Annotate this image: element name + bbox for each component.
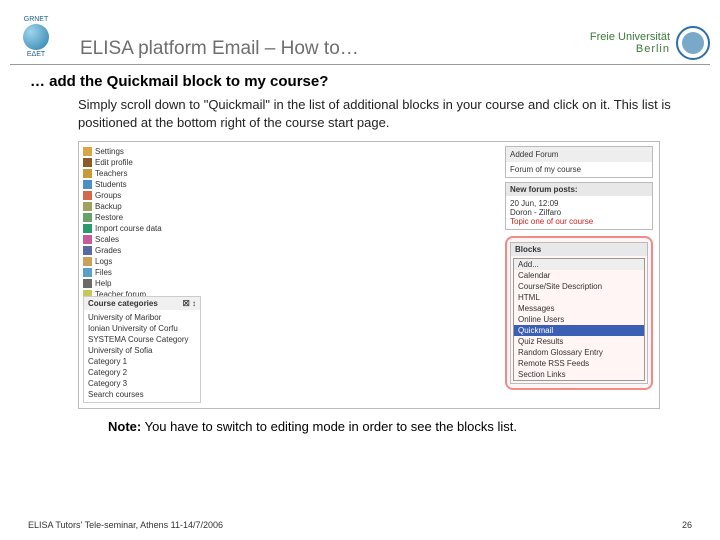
admin-icon xyxy=(83,235,92,244)
note-text: You have to switch to editing mode in or… xyxy=(141,419,517,434)
new-posts-title: New forum posts: xyxy=(506,183,652,196)
globe-icon xyxy=(23,24,49,50)
admin-item[interactable]: Logs xyxy=(83,256,199,267)
section-subtitle: … add the Quickmail block to my course? xyxy=(30,73,690,90)
blocks-item[interactable]: Section Links xyxy=(514,369,644,380)
admin-item[interactable]: Settings xyxy=(83,146,199,157)
blocks-list-cont[interactable]: Quiz ResultsRandom Glossary EntryRemote … xyxy=(514,336,644,380)
grnet-logo: GRNET ΕΔΕΤ xyxy=(10,10,62,64)
blocks-list[interactable]: CalendarCourse/Site DescriptionHTMLMessa… xyxy=(514,270,644,325)
admin-item[interactable]: Scales xyxy=(83,234,199,245)
admin-icon xyxy=(83,257,92,266)
admin-label: Backup xyxy=(95,202,122,211)
admin-label: Edit profile xyxy=(95,158,133,167)
admin-icon xyxy=(83,180,92,189)
blocks-item[interactable]: Online Users xyxy=(514,314,644,325)
new-posts-body: 20 Jun, 12:09 Doron - Zilfaro Topic one … xyxy=(506,196,652,229)
new-posts-box: New forum posts: 20 Jun, 12:09 Doron - Z… xyxy=(505,182,653,230)
right-column: Added Forum Forum of my course New forum… xyxy=(505,146,653,390)
admin-label: Settings xyxy=(95,147,124,156)
blocks-highlight: Blocks Add... CalendarCourse/Site Descri… xyxy=(505,236,653,390)
category-item[interactable]: SYSTEMA Course Category xyxy=(88,334,196,345)
admin-label: Teachers xyxy=(95,169,127,178)
admin-item[interactable]: Help xyxy=(83,278,199,289)
blocks-panel: Blocks Add... CalendarCourse/Site Descri… xyxy=(510,242,648,384)
fu-text: Freie Universität Berlin xyxy=(590,31,670,55)
categories-list: University of MariborIonian University o… xyxy=(84,310,200,402)
blocks-item-quickmail[interactable]: Quickmail xyxy=(514,325,644,336)
blocks-title: Blocks xyxy=(511,243,647,256)
category-item[interactable]: University of Sofia xyxy=(88,345,196,356)
admin-item[interactable]: Grades xyxy=(83,245,199,256)
blocks-item[interactable]: Messages xyxy=(514,303,644,314)
admin-label: Grades xyxy=(95,246,121,255)
blocks-item[interactable]: Random Glossary Entry xyxy=(514,347,644,358)
admin-label: Scales xyxy=(95,235,119,244)
admin-menu: Settings Edit profile Teachers Students Grou… xyxy=(83,146,199,300)
blocks-selected-wrap[interactable]: Quickmail xyxy=(514,325,644,336)
admin-icon xyxy=(83,169,92,178)
admin-label: Logs xyxy=(95,257,112,266)
slide-footer: ELISA Tutors' Tele-seminar, Athens 11-14… xyxy=(0,520,720,530)
admin-label: Help xyxy=(95,279,111,288)
note-line: Note: You have to switch to editing mode… xyxy=(30,419,690,434)
admin-item[interactable]: Edit profile xyxy=(83,157,199,168)
category-item[interactable]: Category 1 xyxy=(88,356,196,367)
admin-icon xyxy=(83,191,92,200)
note-label: Note: xyxy=(108,419,141,434)
admin-icon xyxy=(83,202,92,211)
footer-page-number: 26 xyxy=(682,520,692,530)
blocks-item[interactable]: Course/Site Description xyxy=(514,281,644,292)
admin-item[interactable]: Teachers xyxy=(83,168,199,179)
admin-icon xyxy=(83,279,92,288)
category-item[interactable]: University of Maribor xyxy=(88,312,196,323)
admin-item[interactable]: Files xyxy=(83,267,199,278)
category-item[interactable]: Category 2 xyxy=(88,367,196,378)
slide-content: … add the Quickmail block to my course? … xyxy=(0,65,720,434)
admin-icon xyxy=(83,224,92,233)
admin-item[interactable]: Groups xyxy=(83,190,199,201)
admin-item[interactable]: Restore xyxy=(83,212,199,223)
slide-header: GRNET ΕΔΕΤ ELISA platform Email – How to… xyxy=(0,0,720,64)
admin-label: Import course data xyxy=(95,224,162,233)
admin-item[interactable]: Backup xyxy=(83,201,199,212)
course-categories-box: Course categories ☒ ↕ University of Mari… xyxy=(83,296,201,403)
category-item[interactable]: Search courses xyxy=(88,389,196,400)
seal-icon xyxy=(676,26,710,60)
categories-controls: ☒ ↕ xyxy=(183,299,196,308)
moodle-screenshot: Settings Edit profile Teachers Students Grou… xyxy=(78,141,660,409)
admin-icon xyxy=(83,213,92,222)
page-title: ELISA platform Email – How to… xyxy=(80,38,590,60)
admin-icon xyxy=(83,246,92,255)
admin-item[interactable]: Students xyxy=(83,179,199,190)
added-forum-box: Added Forum Forum of my course xyxy=(505,146,653,178)
blocks-item[interactable]: HTML xyxy=(514,292,644,303)
added-forum-body: Forum of my course xyxy=(506,162,652,177)
admin-icon xyxy=(83,147,92,156)
blocks-add-label[interactable]: Add... xyxy=(514,259,644,270)
category-item[interactable]: Category 3 xyxy=(88,378,196,389)
blocks-item[interactable]: Calendar xyxy=(514,270,644,281)
footer-left: ELISA Tutors' Tele-seminar, Athens 11-14… xyxy=(28,520,223,530)
edet-text: ΕΔΕΤ xyxy=(27,51,45,58)
admin-label: Files xyxy=(95,268,112,277)
admin-label: Students xyxy=(95,180,127,189)
admin-icon xyxy=(83,268,92,277)
admin-label: Restore xyxy=(95,213,123,222)
grnet-text: GRNET xyxy=(24,16,49,23)
fu-berlin-logo: Freie Universität Berlin xyxy=(590,26,710,60)
admin-icon xyxy=(83,158,92,167)
intro-text: Simply scroll down to "Quickmail" in the… xyxy=(30,96,690,131)
categories-title: Course categories xyxy=(88,299,158,308)
category-item[interactable]: Ionian University of Corfu xyxy=(88,323,196,334)
blocks-item[interactable]: Quiz Results xyxy=(514,336,644,347)
admin-label: Groups xyxy=(95,191,121,200)
admin-item[interactable]: Import course data xyxy=(83,223,199,234)
added-forum-title: Added Forum xyxy=(506,147,652,162)
blocks-item[interactable]: Remote RSS Feeds xyxy=(514,358,644,369)
